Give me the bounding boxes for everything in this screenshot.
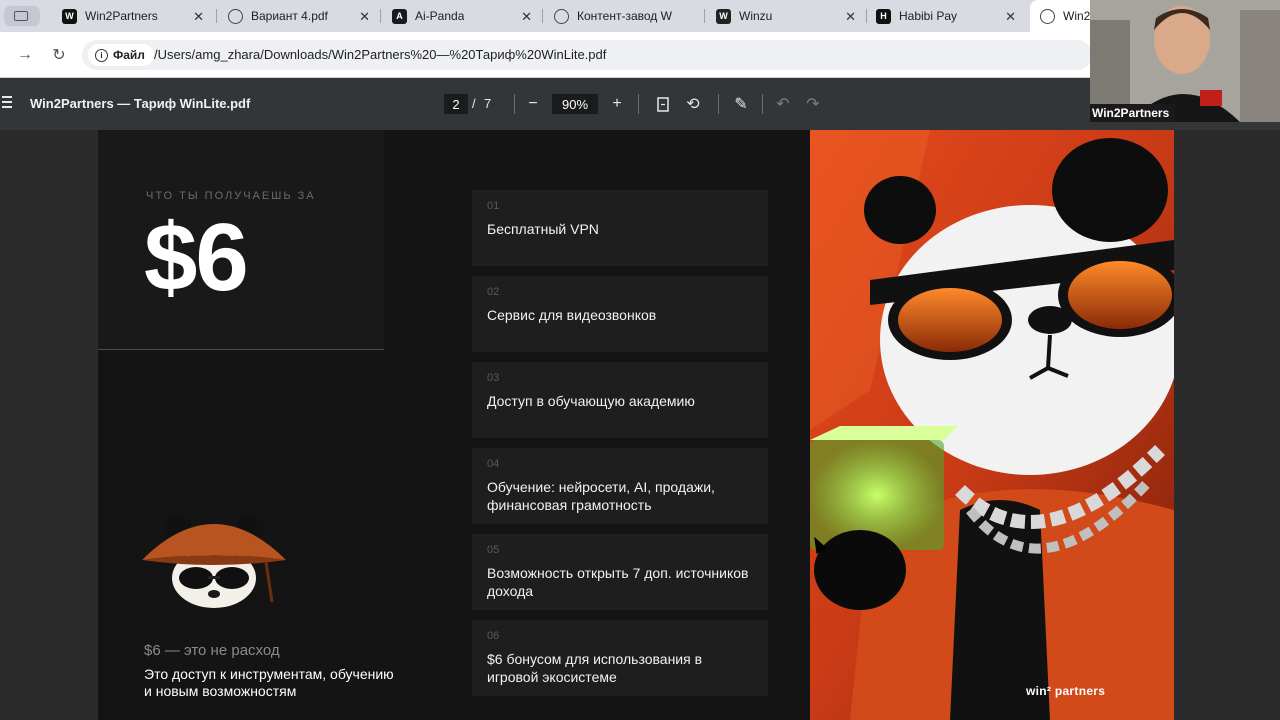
site-info-chip[interactable]: i Файл (88, 44, 154, 66)
value-subtitle: $6 — это не расход (144, 642, 280, 659)
toolbar-divider (638, 94, 639, 114)
omnibox[interactable]: i Файл /Users/amg_zhara/Downloads/Win2Pa… (82, 40, 1092, 70)
feature-number: 05 (487, 544, 500, 556)
hamburger-menu-icon[interactable] (2, 96, 12, 108)
feature-text: $6 бонусом для использования в игровой э… (487, 651, 703, 685)
close-icon[interactable]: ✕ (521, 9, 532, 25)
tab-title: Ai-Panda (415, 9, 465, 23)
site-info-label: Файл (113, 48, 145, 62)
close-icon[interactable]: ✕ (193, 9, 204, 25)
ai-panda-logo-icon: A (392, 8, 407, 24)
panda-mascot-image (138, 498, 290, 610)
globe-icon (554, 8, 569, 24)
tab-separator (380, 9, 381, 23)
undo-icon[interactable]: ↶ (772, 93, 794, 115)
close-icon[interactable]: ✕ (845, 9, 856, 25)
price-value: $6 (144, 204, 249, 311)
forward-arrow-icon[interactable]: → (14, 44, 36, 66)
webcam-label: Win2Partners (1090, 104, 1176, 122)
feature-card: 02 Сервис для видеозвонков (472, 276, 768, 352)
pdf-title: Win2Partners — Тариф WinLite.pdf (30, 96, 251, 111)
win2partners-logo-icon: W (62, 8, 77, 24)
tab-strip: W Win2Partners ✕ Вариант 4.pdf ✕ A Ai-Pa… (0, 0, 1280, 32)
webcam-overlay: Win2Partners (1090, 0, 1280, 122)
toolbar-divider (718, 94, 719, 114)
tab-habibi-pay[interactable]: H Habibi Pay ✕ (866, 0, 1026, 32)
globe-icon (228, 8, 243, 24)
page-total: 7 (484, 96, 492, 111)
url-text[interactable]: /Users/amg_zhara/Downloads/Win2Partners%… (154, 47, 606, 62)
close-icon[interactable]: ✕ (1005, 9, 1016, 25)
panda-poster-image: win² partners (810, 130, 1174, 720)
tab-title: Habibi Pay (899, 9, 958, 23)
pdf-page: ЧТО ТЫ ПОЛУЧАЕШЬ ЗА $6 $6 — это не расхо… (98, 130, 1174, 720)
feature-text: Сервис для видеозвонков (487, 307, 657, 323)
close-icon[interactable]: ✕ (359, 9, 370, 25)
redo-icon[interactable]: ↷ (802, 93, 824, 115)
tab-title: Вариант 4.pdf (251, 9, 328, 23)
tab-variant-4-pdf[interactable]: Вариант 4.pdf ✕ (218, 0, 380, 32)
value-description: Это доступ к инструментам, обучению и но… (144, 666, 394, 699)
tab-separator (704, 9, 705, 23)
page-separator: / (472, 96, 476, 111)
globe-icon (1040, 8, 1055, 24)
reload-icon[interactable]: ↻ (48, 44, 70, 66)
feature-text: Доступ в обучающую академию (487, 393, 695, 409)
feature-number: 02 (487, 286, 500, 298)
tab-search-button[interactable] (4, 6, 40, 26)
price-block: ЧТО ТЫ ПОЛУЧАЕШЬ ЗА $6 (98, 130, 384, 350)
zoom-level-input[interactable]: 90% (552, 94, 598, 114)
feature-number: 03 (487, 372, 500, 384)
feature-number: 01 (487, 200, 500, 212)
feature-card: 05 Возможность открыть 7 доп. источников… (472, 534, 768, 610)
feature-card: 01 Бесплатный VPN (472, 190, 768, 266)
page-number-input[interactable]: 2 (444, 94, 468, 114)
pdf-toolbar: Win2Partners — Тариф WinLite.pdf 2 / 7 −… (0, 78, 1280, 130)
annotate-pen-icon[interactable]: ✎ (730, 93, 752, 115)
habibi-pay-logo-icon: H (876, 8, 891, 24)
tab-title: Win2Partners (85, 9, 158, 23)
tab-separator (542, 9, 543, 23)
tab-separator (216, 9, 217, 23)
toolbar-divider (514, 94, 515, 114)
feature-card: 04 Обучение: нейросети, AI, продажи, фин… (472, 448, 768, 524)
feature-card: 03 Доступ в обучающую академию (472, 362, 768, 438)
tab-win2partners[interactable]: W Win2Partners ✕ (52, 0, 214, 32)
feature-text: Возможность открыть 7 доп. источников до… (487, 565, 749, 599)
tab-title: Winzu (739, 9, 773, 23)
tab-ai-panda[interactable]: A Ai-Panda ✕ (382, 0, 542, 32)
info-icon: i (95, 48, 108, 62)
price-kicker: ЧТО ТЫ ПОЛУЧАЕШЬ ЗА (146, 190, 316, 202)
toolbar-divider (762, 94, 763, 114)
feature-text: Бесплатный VPN (487, 221, 599, 237)
tab-list-icon (14, 11, 28, 21)
brand-watermark: win² partners (1026, 684, 1106, 698)
rotate-icon[interactable]: ⟲ (682, 93, 704, 115)
feature-number: 04 (487, 458, 500, 470)
winzu-logo-icon: W (716, 8, 731, 24)
feature-text: Обучение: нейросети, AI, продажи, финанс… (487, 479, 715, 513)
zoom-out-icon[interactable]: − (522, 93, 544, 115)
pdf-viewport[interactable]: ЧТО ТЫ ПОЛУЧАЕШЬ ЗА $6 $6 — это не расхо… (0, 130, 1280, 720)
tab-title: Контент-завод W (577, 9, 672, 23)
fit-to-page-icon[interactable] (652, 93, 674, 115)
feature-card: 06 $6 бонусом для использования в игрово… (472, 620, 768, 696)
tab-content-factory[interactable]: Контент-завод W (544, 0, 704, 32)
tab-winzu[interactable]: W Winzu ✕ (706, 0, 866, 32)
zoom-in-icon[interactable]: + (606, 93, 628, 115)
feature-number: 06 (487, 630, 500, 642)
address-bar: → ↻ i Файл /Users/amg_zhara/Downloads/Wi… (0, 32, 1280, 78)
